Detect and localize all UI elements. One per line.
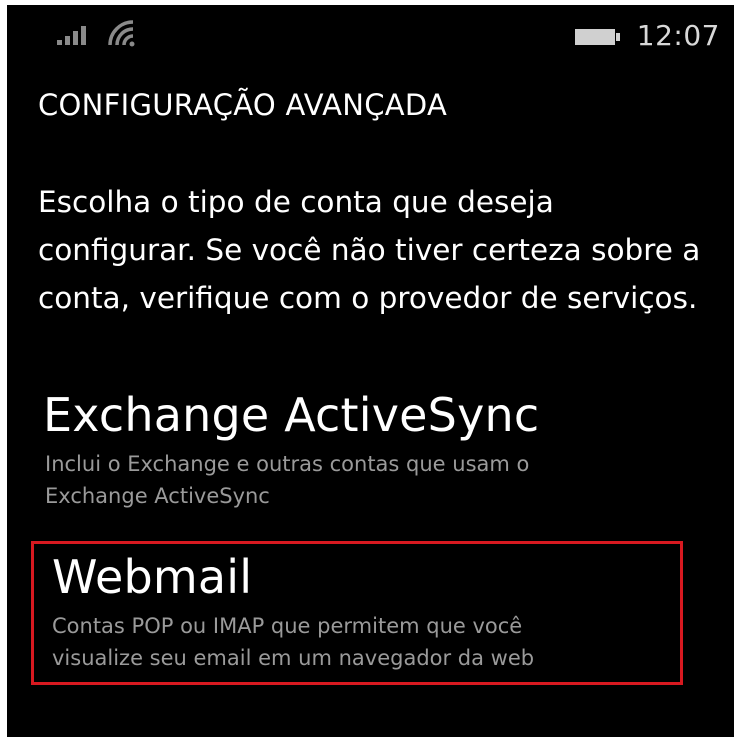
clock-time: 12:07 xyxy=(636,19,720,52)
status-bar: 12:07 xyxy=(7,5,734,67)
wifi-icon xyxy=(108,20,135,47)
option-description: Contas POP ou IMAP que permitem que você… xyxy=(52,614,535,670)
option-webmail[interactable]: Webmail Contas POP ou IMAP que permitem … xyxy=(31,541,683,685)
page-title: CONFIGURAÇÃO AVANÇADA xyxy=(38,88,448,122)
option-exchange-activesync[interactable]: Exchange ActiveSync Inclui o Exchange e … xyxy=(33,388,683,512)
battery-icon xyxy=(575,29,621,45)
option-title: Webmail xyxy=(52,550,253,604)
page-description: Escolha o tipo de conta que deseja confi… xyxy=(38,185,701,315)
phone-screen: 12:07 CONFIGURAÇÃO AVANÇADA Escolha o ti… xyxy=(7,5,734,737)
option-title: Exchange ActiveSync xyxy=(43,388,540,442)
signal-strength-icon xyxy=(57,23,93,45)
option-description: Inclui o Exchange e outras contas que us… xyxy=(45,452,530,508)
